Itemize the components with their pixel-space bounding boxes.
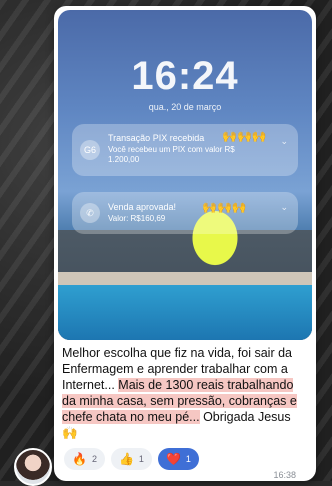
reaction-count: 1	[185, 454, 191, 464]
notification-text: Valor: R$160,69	[108, 214, 166, 223]
heart-icon: ❤️	[165, 452, 181, 466]
reactions-bar: 🔥 2 👍 1 ❤️ 1	[64, 448, 199, 472]
pix-icon: G6	[80, 140, 100, 160]
photo-pool	[58, 285, 312, 340]
notification-pix: G6 Transação PIX recebida 🙌🙌🙌 ⌄ Você rec…	[72, 124, 298, 176]
reaction-count: 1	[138, 454, 144, 464]
notification-text: Você recebeu um PIX com valor R$ 1.200,0…	[108, 145, 235, 164]
thumbs-up-icon: 👍	[118, 452, 134, 466]
message-text: Melhor escolha que fiz na vida, foi sair…	[62, 345, 308, 441]
reaction-heart[interactable]: ❤️ 1	[157, 448, 199, 470]
avatar[interactable]	[14, 448, 52, 486]
message-bubble: 16:24 qua., 20 de março G6 Transação PIX…	[54, 6, 316, 481]
notification-title: Transação PIX recebida	[108, 133, 205, 143]
raised-hands-emoji: 🙌🙌🙌	[222, 129, 267, 143]
notification-sale: ✆ Venda aprovada! 🙌🙌🙌 ⌄ Valor: R$160,69	[72, 192, 298, 234]
chevron-down-icon: ⌄	[280, 136, 288, 146]
chevron-down-icon: ⌄	[280, 202, 288, 212]
reaction-count: 2	[91, 454, 97, 464]
phone-icon: ✆	[80, 203, 100, 223]
reaction-thumbs-up[interactable]: 👍 1	[110, 448, 152, 470]
lock-screen-time: 16:24	[131, 54, 239, 98]
lock-screen-date: qua., 20 de março	[148, 102, 222, 112]
raised-hands-emoji: 🙌🙌🙌	[202, 200, 247, 214]
notification-title: Venda aprovada!	[108, 202, 177, 212]
screenshot-image[interactable]: 16:24 qua., 20 de março G6 Transação PIX…	[58, 10, 312, 340]
message-time: 16:38	[273, 470, 296, 480]
reaction-fire[interactable]: 🔥 2	[64, 448, 105, 470]
fire-icon: 🔥	[72, 452, 87, 466]
